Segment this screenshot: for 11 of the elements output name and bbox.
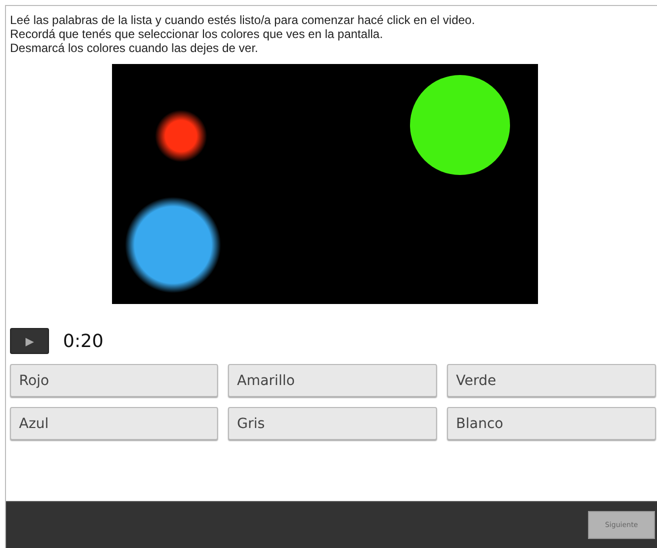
option-button[interactable]: Verde xyxy=(447,364,656,397)
option-button[interactable]: Gris xyxy=(228,407,437,440)
option-button[interactable]: Azul xyxy=(10,407,218,440)
instruction-text: Leé las palabras de la lista y cuando estés listo/a para comenzar hacé click en el video. xyxy=(10,13,476,27)
option-button[interactable]: Blanco xyxy=(447,407,656,440)
instruction-text: Recordá que tenés que seleccionar los colores que ves en la pantalla. xyxy=(10,27,384,41)
option-button[interactable]: Rojo xyxy=(10,364,218,397)
option-button[interactable]: Amarillo xyxy=(228,364,437,397)
video-time: 0:20 xyxy=(63,330,104,352)
instruction-text: Desmarcá los colores cuando las dejes de ver. xyxy=(10,41,260,55)
play-button[interactable]: ▶ xyxy=(10,328,49,354)
